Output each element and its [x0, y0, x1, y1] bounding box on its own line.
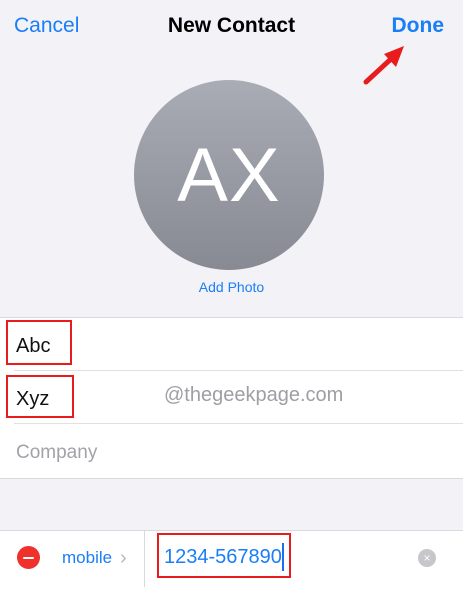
divider — [144, 531, 145, 587]
watermark: @thegeekpage.com — [164, 384, 344, 406]
bottom-strip — [0, 587, 463, 592]
company-field[interactable]: Company — [0, 424, 463, 477]
first-name-value: Abc — [16, 335, 51, 357]
clear-icon[interactable]: × — [418, 549, 436, 567]
first-name-field[interactable]: Abc — [0, 318, 463, 371]
add-photo-button[interactable]: Add Photo — [0, 279, 463, 295]
company-placeholder: Company — [16, 442, 98, 463]
phone-number-input[interactable]: 1234-567890 — [164, 546, 282, 569]
avatar-initials: AX — [177, 132, 281, 218]
remove-field-icon[interactable] — [17, 546, 40, 569]
phone-label-button[interactable]: mobile — [62, 548, 112, 568]
avatar[interactable]: AX — [134, 80, 324, 270]
red-arrow-icon — [363, 46, 404, 85]
last-name-value: Xyz — [16, 388, 50, 410]
done-button[interactable]: Done — [392, 14, 445, 38]
chevron-right-icon[interactable]: › — [120, 547, 127, 570]
text-cursor — [282, 543, 284, 571]
phone-row: mobile › 1234-567890 × — [0, 530, 463, 588]
